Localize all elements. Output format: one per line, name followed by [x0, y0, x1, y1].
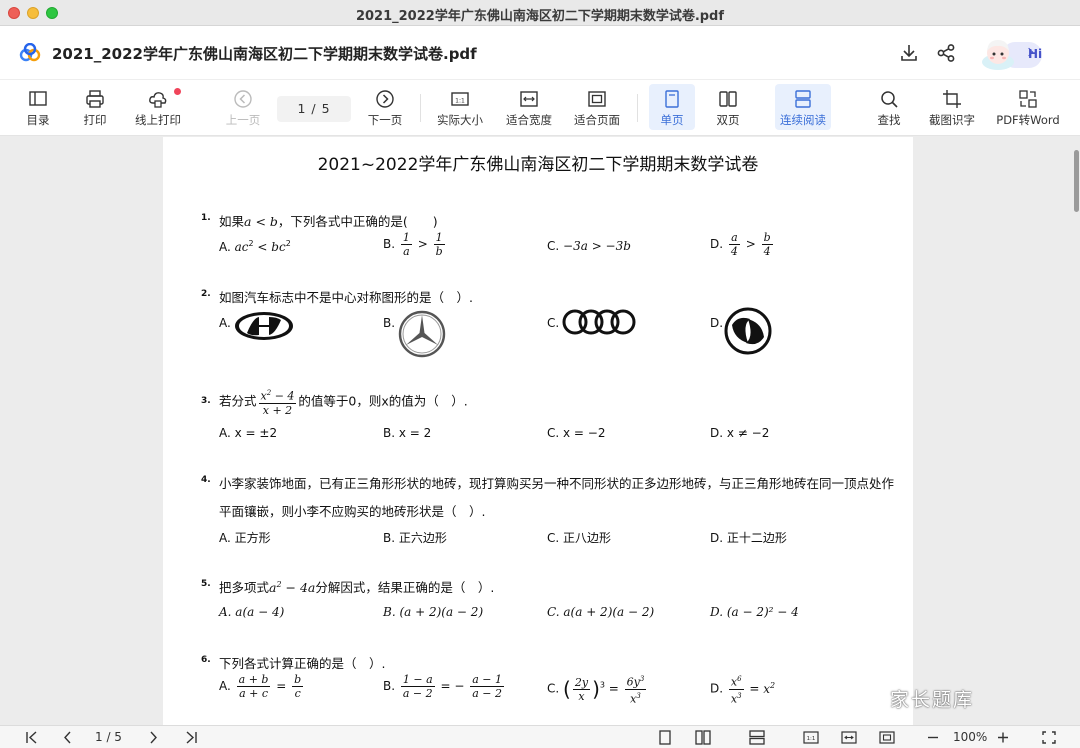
- option-a: A.: [219, 316, 231, 330]
- watermark-text: 家长题库: [890, 689, 975, 711]
- prev-page-icon: [234, 90, 252, 108]
- actual-size-icon: 1:1: [451, 92, 469, 106]
- question-text-line2: 平面镶嵌，则小李不应购买的地砖形状是（ ）.: [219, 504, 486, 519]
- notification-dot: [174, 88, 181, 95]
- screenshot-ocr-button[interactable]: 截图识字: [922, 84, 982, 130]
- option-d: D.: [710, 316, 724, 330]
- fit-width-icon: [520, 91, 538, 107]
- question-number: 4.: [201, 475, 211, 485]
- window-titlebar: 2021_2022学年广东佛山南海区初二下学期期末数学试卷.pdf: [0, 0, 1080, 26]
- next-page-icon: [376, 90, 394, 108]
- option-b: B.: [383, 316, 396, 330]
- document-title: 2021_2022学年广东佛山南海区初二下学期期末数学试卷.pdf: [52, 45, 477, 63]
- question-number: 3.: [201, 396, 211, 406]
- double-page-button[interactable]: 双页: [698, 84, 758, 130]
- prev-page-button[interactable]: 上一页: [213, 84, 273, 130]
- dongfeng-logo-image: [724, 307, 772, 355]
- cloud-print-icon: [149, 92, 167, 108]
- continuous-icon: [795, 90, 811, 108]
- pdf-to-word-icon: [1019, 90, 1037, 108]
- svg-text:1:1: 1:1: [807, 736, 816, 742]
- single-page-small-icon[interactable]: [657, 730, 673, 745]
- assistant-button[interactable]: Hi: [980, 36, 1062, 72]
- fit-width-small-icon[interactable]: [841, 730, 857, 745]
- download-icon[interactable]: [898, 42, 920, 64]
- pdf-page: 2021~2022学年广东佛山南海区初二下学期期末数学试卷 1. 如果a < b…: [163, 137, 913, 725]
- option-b: B. (a + 2)(a − 2): [383, 605, 484, 619]
- question-text: 如图汽车标志中不是中心对称图形的是（ ）.: [219, 290, 473, 305]
- vertical-scrollbar[interactable]: [1074, 150, 1079, 212]
- wechat-icon: [860, 685, 887, 707]
- fullscreen-icon[interactable]: [1041, 730, 1057, 745]
- question-number: 6.: [201, 655, 211, 665]
- question-text: 如果a < b，下列各式中正确的是( ): [219, 214, 438, 229]
- option-b: B. 1 − aa − 2 = − a − 1a − 2: [383, 673, 504, 700]
- fit-page-small-icon[interactable]: [879, 730, 895, 745]
- option-b: B. x = 2: [383, 426, 432, 440]
- svg-text:1:1: 1:1: [455, 98, 465, 105]
- zoom-in-icon[interactable]: [995, 730, 1011, 745]
- option-c: C. −3a > −3b: [547, 239, 631, 253]
- option-d: D. x6 x3 = x2: [710, 675, 776, 706]
- window-title: 2021_2022学年广东佛山南海区初二下学期期末数学试卷.pdf: [355, 9, 725, 24]
- option-a: A. 正方形: [219, 531, 271, 545]
- question-text: 下列各式计算正确的是（ ）.: [219, 656, 386, 671]
- single-page-icon: [665, 90, 679, 108]
- search-icon: [881, 91, 898, 108]
- question-text-line1: 小李家装饰地面，已有正三角形形状的地砖，现打算购买另一种不同形状的正多边形地砖，…: [219, 476, 895, 491]
- double-page-icon: [719, 91, 737, 107]
- option-c: C. 正八边形: [547, 531, 612, 545]
- last-page-icon[interactable]: [183, 730, 199, 745]
- app-logo-icon: [19, 43, 41, 62]
- option-d: D. (a − 2)² − 4: [710, 605, 799, 619]
- zoom-level[interactable]: 100%: [953, 730, 987, 744]
- hyundai-logo-image: [235, 312, 293, 340]
- next-page-small-icon[interactable]: [145, 730, 161, 745]
- print-icon: [86, 90, 104, 108]
- option-c: C. (2y x)3 = 6y3 x3: [547, 675, 647, 706]
- toc-icon: [29, 91, 47, 106]
- status-bar: 1 / 5 1:1 100%: [0, 725, 1080, 748]
- pdf-to-word-button[interactable]: PDF转Word: [996, 84, 1060, 130]
- option-a: A. a(a − 4): [219, 605, 285, 619]
- next-page-button[interactable]: 下一页: [355, 84, 415, 130]
- document-viewport[interactable]: 2021~2022学年广东佛山南海区初二下学期期末数学试卷 1. 如果a < b…: [0, 137, 1080, 725]
- question-number: 5.: [201, 579, 211, 589]
- option-a: A. x = ±2: [219, 426, 278, 440]
- assistant-avatar: [982, 40, 1014, 70]
- double-page-small-icon[interactable]: [695, 730, 711, 745]
- fit-page-button[interactable]: 适合页面: [567, 84, 627, 130]
- toolbar: 目录 打印 线上打印 上一页 1 / 5 下一页 1:1 实际大小 适合宽度 适…: [0, 80, 1080, 136]
- zoom-out-icon[interactable]: [925, 730, 941, 745]
- share-icon[interactable]: [935, 42, 957, 64]
- paper-title: 2021~2022学年广东佛山南海区初二下学期期末数学试卷: [317, 155, 759, 175]
- prev-page-small-icon[interactable]: [60, 730, 76, 745]
- continuous-small-icon[interactable]: [749, 730, 765, 745]
- option-d: D. x ≠ −2: [710, 426, 770, 440]
- option-a: A. ac2 < bc2: [219, 239, 291, 254]
- mercedes-logo-image: [398, 310, 446, 358]
- option-c: C. x = −2: [547, 426, 606, 440]
- screenshot-ocr-icon: [943, 90, 961, 108]
- question-number: 1.: [201, 213, 211, 223]
- question-text: 若分式 x2 − 4x + 2 的值等于0，则x的值为（ ）.: [219, 389, 468, 417]
- actual-size-small-icon[interactable]: 1:1: [803, 730, 819, 745]
- option-d: D. a4 > b4: [710, 231, 773, 258]
- bottom-page-indicator[interactable]: 1 / 5: [95, 730, 122, 744]
- option-b: B. 正六边形: [383, 531, 447, 545]
- option-c: C.: [547, 316, 560, 330]
- first-page-icon[interactable]: [24, 730, 40, 745]
- fit-page-icon: [588, 91, 606, 107]
- option-b: B. 1a > 1b: [383, 231, 445, 258]
- option-c: C. a(a + 2)(a − 2): [547, 605, 655, 619]
- question-text: 把多项式a2 − 4a分解因式，结果正确的是（ ）.: [219, 579, 495, 595]
- audi-logo-image: [562, 309, 636, 335]
- app-header: 2021_2022学年广东佛山南海区初二下学期期末数学试卷.pdf Hi: [0, 26, 1080, 80]
- option-d: D. 正十二边形: [710, 531, 787, 545]
- question-number: 2.: [201, 289, 211, 299]
- continuous-read-button[interactable]: 连续阅读: [775, 84, 831, 130]
- option-a: A. a + ba + c = bc: [219, 673, 304, 700]
